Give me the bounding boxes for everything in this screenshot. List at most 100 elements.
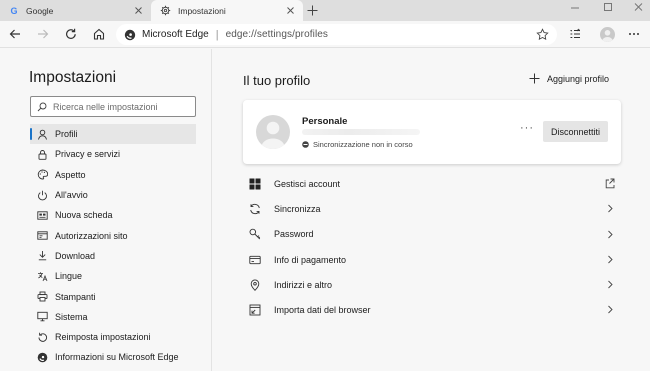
close-icon[interactable] <box>285 5 296 16</box>
windows-icon <box>249 178 261 190</box>
chevron-right-icon <box>608 280 613 289</box>
sidebar-item-label: Stampanti <box>55 291 96 302</box>
sidebar-item-download[interactable]: Download <box>30 246 196 266</box>
row-label: Sincronizza <box>274 203 321 214</box>
reset-icon <box>38 332 47 342</box>
profile-avatar-button[interactable] <box>600 27 615 42</box>
edge-logo-icon <box>37 352 48 363</box>
profile-email-blurred <box>302 129 420 135</box>
google-favicon-icon: G <box>10 5 18 16</box>
sidebar-item-avvio[interactable]: All'avvio <box>30 185 196 205</box>
key-icon <box>249 228 261 240</box>
import-icon <box>249 304 261 316</box>
back-arrow-icon[interactable] <box>8 27 22 41</box>
system-icon <box>37 312 48 322</box>
sync-status-label: Sincronizzazione non in corso <box>313 140 413 149</box>
avatar-icon <box>261 121 285 149</box>
profile-name: Personale <box>302 116 348 127</box>
palette-icon <box>37 169 48 180</box>
power-icon <box>38 190 47 200</box>
minimize-icon[interactable] <box>568 2 582 14</box>
row-label: Password <box>274 229 314 240</box>
site-permissions-icon <box>37 231 48 240</box>
row-label: Gestisci account <box>274 178 341 189</box>
sidebar-item-informazioni[interactable]: Informazioni su Microsoft Edge <box>30 347 196 367</box>
window-close-icon[interactable] <box>632 2 646 14</box>
settings-sidebar: Impostazioni Ricerca nelle impostazioni … <box>0 49 212 371</box>
location-pin-icon <box>250 279 260 291</box>
row-indirizzi[interactable]: Indirizzi e altro <box>243 272 621 297</box>
address-separator: | <box>215 28 219 41</box>
sidebar-item-label: Profili <box>55 129 78 140</box>
sidebar-item-nuova-scheda[interactable]: Nuova scheda <box>30 205 196 225</box>
chevron-right-icon <box>608 204 613 213</box>
chevron-right-icon <box>608 255 613 264</box>
sidebar-item-reimposta[interactable]: Reimposta impostazioni <box>30 327 196 347</box>
browser-toolbar: Microsoft Edge | edge://settings/profile… <box>0 21 650 48</box>
profile-card: Personale Sincronizzazione non in corso … <box>243 100 621 164</box>
row-label: Info di pagamento <box>274 254 347 265</box>
address-bar[interactable]: Microsoft Edge | edge://settings/profile… <box>116 24 557 45</box>
close-icon[interactable] <box>133 5 144 16</box>
home-icon[interactable] <box>92 27 106 41</box>
row-gestisci-account[interactable]: Gestisci account <box>243 171 621 196</box>
external-link-icon <box>605 178 615 189</box>
forward-arrow-icon[interactable] <box>36 27 50 41</box>
new-tab-page-icon <box>37 211 48 220</box>
edge-logo-icon <box>124 29 136 40</box>
new-tab-plus-icon[interactable] <box>306 4 319 17</box>
sync-icon <box>250 203 260 215</box>
sidebar-item-label: Sistema <box>55 311 88 322</box>
row-importa-dati[interactable]: Importa dati del browser <box>243 297 621 322</box>
maximize-icon[interactable] <box>601 2 615 14</box>
refresh-icon[interactable] <box>64 27 78 41</box>
printer-icon <box>37 291 48 302</box>
sidebar-item-aspetto[interactable]: Aspetto <box>30 165 196 185</box>
more-options-button[interactable]: ··· <box>520 122 534 134</box>
sidebar-item-label: Privacy e servizi <box>55 149 121 160</box>
sidebar-item-label: Lingue <box>55 271 83 282</box>
avatar <box>256 115 290 149</box>
more-options-icon[interactable] <box>627 27 641 41</box>
collections-icon[interactable] <box>568 27 582 41</box>
sidebar-item-label: All'avvio <box>55 190 88 201</box>
sync-off-icon <box>302 141 309 148</box>
sidebar-item-lingue[interactable]: Lingue <box>30 266 196 286</box>
row-info-pagamento[interactable]: Info di pagamento <box>243 247 621 272</box>
settings-search-input[interactable]: Ricerca nelle impostazioni <box>30 96 196 117</box>
sidebar-item-autorizzazioni[interactable]: Autorizzazioni sito <box>30 225 196 245</box>
address-site-label: Microsoft Edge <box>142 29 209 40</box>
sidebar-title: Impostazioni <box>29 69 117 86</box>
search-icon <box>37 102 47 111</box>
credit-card-icon <box>249 255 261 264</box>
tab-google[interactable]: G Google <box>0 0 151 21</box>
sidebar-item-label: Informazioni su Microsoft Edge <box>55 352 179 363</box>
page-title: Il tuo profilo <box>243 73 311 88</box>
tab-title: Impostazioni <box>178 5 226 16</box>
tab-strip: G Google Impostazioni <box>0 0 650 21</box>
tab-settings[interactable]: Impostazioni <box>151 0 303 21</box>
profiles-page: Il tuo profilo Aggiungi profilo Personal… <box>213 49 650 371</box>
lock-icon <box>38 150 47 160</box>
add-profile-button[interactable]: Aggiungi profilo <box>529 73 609 84</box>
sidebar-item-privacy[interactable]: Privacy e servizi <box>30 144 196 164</box>
address-url[interactable]: edge://settings/profiles <box>226 29 328 40</box>
sidebar-item-profili[interactable]: Profili <box>30 124 196 145</box>
sidebar-item-label: Aspetto <box>55 169 86 180</box>
chevron-right-icon <box>608 230 613 238</box>
row-label: Indirizzi e altro <box>274 279 333 290</box>
row-label: Importa dati del browser <box>274 305 371 316</box>
sidebar-item-sistema[interactable]: Sistema <box>30 307 196 327</box>
sidebar-item-label: Nuova scheda <box>55 210 113 221</box>
avatar-icon <box>602 30 613 42</box>
download-icon <box>38 251 47 261</box>
plus-icon <box>529 73 540 84</box>
disconnect-button[interactable]: Disconnettiti <box>543 121 608 142</box>
row-password[interactable]: Password <box>243 222 621 247</box>
sidebar-item-stampanti[interactable]: Stampanti <box>30 286 196 306</box>
favorite-star-icon[interactable] <box>536 28 549 41</box>
row-sincronizza[interactable]: Sincronizza <box>243 196 621 221</box>
person-icon <box>38 129 47 140</box>
tab-title: Google <box>26 5 54 16</box>
sync-status: Sincronizzazione non in corso <box>302 140 413 149</box>
